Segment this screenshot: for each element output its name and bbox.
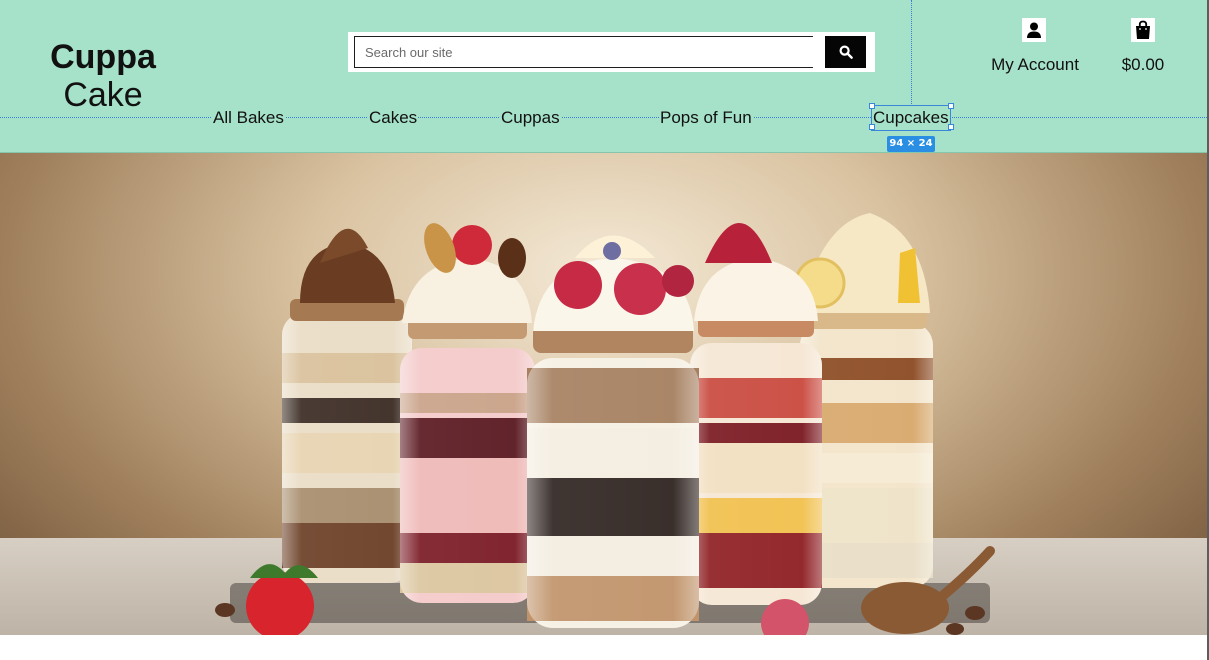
nav-item-pops-of-fun[interactable]: Pops of Fun — [659, 106, 753, 130]
my-account-link[interactable]: My Account — [976, 18, 1094, 75]
nav-item-cakes[interactable]: Cakes — [368, 106, 419, 130]
hero-banner — [0, 153, 1209, 635]
site-header: Cuppa Cake My Account $0.00 — [0, 0, 1209, 153]
search-input[interactable] — [354, 36, 813, 68]
search-icon — [838, 45, 853, 59]
site-logo[interactable]: Cuppa Cake — [48, 38, 158, 114]
nav-item-all-bakes[interactable]: All Bakes — [212, 106, 285, 130]
nav-item-cuppas[interactable]: Cuppas — [500, 106, 561, 130]
resize-handle-top-right[interactable] — [948, 103, 954, 109]
cart-total: $0.00 — [1121, 55, 1165, 74]
main-nav: All Bakes Cakes Cuppas Pops of Fun Cupca… — [0, 105, 1209, 131]
alignment-guide-vertical — [911, 0, 912, 106]
nav-item-cupcakes[interactable]: Cupcakes — [871, 105, 951, 131]
user-icon — [1022, 18, 1046, 42]
hero-dessert-illustration — [0, 213, 1209, 635]
logo-text-bold: Cuppa — [50, 38, 156, 76]
search-button[interactable] — [825, 36, 866, 68]
resize-handle-bottom-right[interactable] — [948, 124, 954, 130]
resize-handle-bottom-left[interactable] — [869, 124, 875, 130]
resize-handle-top-left[interactable] — [869, 103, 875, 109]
cart-link[interactable]: $0.00 — [1110, 18, 1176, 75]
selection-size-badge: 94 × 24 — [887, 136, 935, 152]
my-account-label: My Account — [991, 55, 1079, 74]
shopping-bag-icon — [1131, 18, 1155, 42]
